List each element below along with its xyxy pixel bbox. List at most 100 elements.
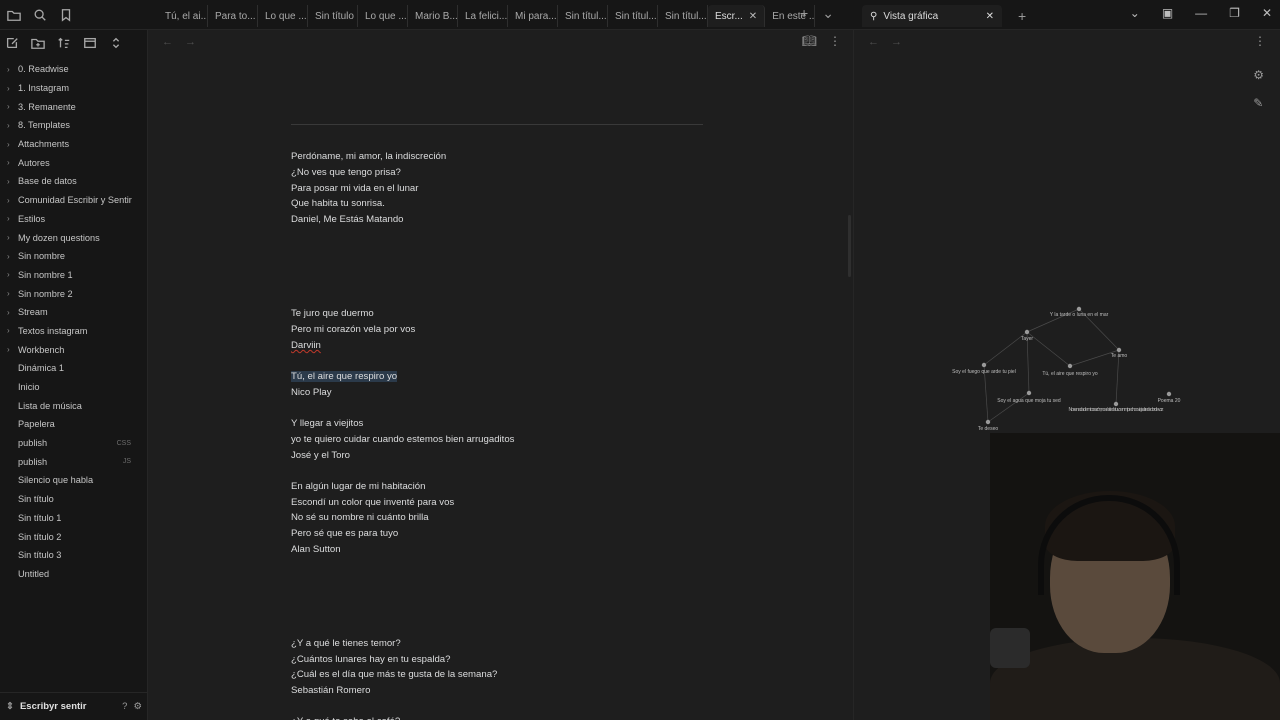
tab[interactable]: Sin título: [308, 5, 358, 27]
close-window-icon[interactable]: ✕: [1262, 6, 1272, 20]
folder-item[interactable]: › Sin nombre 2: [0, 284, 147, 303]
tab[interactable]: Para to...: [208, 5, 258, 27]
tab[interactable]: Sin títul...: [558, 5, 608, 27]
text-line: ¿Y a qué te sabe el café?: [291, 716, 400, 720]
sidebar-toggle-icon[interactable]: ▣: [1162, 6, 1173, 20]
folder-item[interactable]: › Textos instagram: [0, 322, 147, 341]
reading-view-icon[interactable]: 📖︎: [802, 34, 817, 48]
more-options-icon[interactable]: ⋮: [1254, 34, 1266, 48]
folder-item[interactable]: › Workbench: [0, 340, 147, 359]
file-item[interactable]: Sin título 2: [0, 527, 147, 546]
tree-item-label: Silencio que habla: [18, 475, 94, 486]
tree-item-label: Papelera: [18, 419, 55, 430]
scrollbar[interactable]: [848, 215, 851, 277]
text-line: Perdóname, mi amor, la indiscreción: [291, 151, 447, 162]
collapse-icon[interactable]: [82, 35, 98, 51]
text-line: Te juro que duermo: [291, 308, 374, 319]
file-extension-badge: JS: [122, 458, 131, 466]
new-tab-icon[interactable]: +: [1018, 8, 1026, 24]
file-item[interactable]: publish JS: [0, 452, 147, 471]
file-tree: › 0. Readwise › 1. Instagram › 3. Remanente › 8…: [0, 56, 147, 583]
new-tab-icon[interactable]: +: [800, 5, 808, 22]
folder-item[interactable]: › Sin nombre: [0, 247, 147, 266]
file-item[interactable]: Silencio que habla: [0, 471, 147, 490]
folder-item[interactable]: › Attachments: [0, 135, 147, 154]
graph-node[interactable]: [1024, 329, 1030, 335]
file-item[interactable]: Dinámica 1: [0, 359, 147, 378]
bookmark-icon[interactable]: [58, 7, 74, 23]
search-icon[interactable]: [32, 7, 48, 23]
magic-wand-icon[interactable]: ✎: [1253, 96, 1264, 110]
tab[interactable]: La felici...: [458, 5, 508, 27]
folder-item[interactable]: › My dozen questions: [0, 228, 147, 247]
graph-node[interactable]: [1166, 391, 1172, 397]
back-arrow-icon[interactable]: ←: [162, 36, 173, 48]
sort-icon[interactable]: [56, 35, 72, 51]
graph-node[interactable]: [1067, 363, 1073, 369]
folder-item[interactable]: › Stream: [0, 303, 147, 322]
minimize-icon[interactable]: —: [1195, 6, 1207, 20]
chevron-down-icon[interactable]: ⌄: [1130, 6, 1140, 20]
folder-item[interactable]: › Estilos: [0, 210, 147, 229]
folder-item[interactable]: › 8. Templates: [0, 116, 147, 135]
chevron-down-icon[interactable]: ⌄: [822, 5, 834, 22]
tab-label: Sin títul...: [565, 10, 607, 22]
folder-item[interactable]: › Base de datos: [0, 172, 147, 191]
vault-name: Escribyr sentir: [19, 701, 87, 712]
editor-actions: 📖︎ ⋮: [802, 34, 841, 48]
tab[interactable]: Lo que ...: [258, 5, 308, 27]
tab[interactable]: Mario B...: [408, 5, 458, 27]
tree-item-label: 0. Readwise: [18, 64, 69, 75]
tab[interactable]: Mi para...: [508, 5, 558, 27]
new-note-icon[interactable]: [4, 35, 20, 51]
close-icon[interactable]: ✕: [986, 11, 994, 22]
close-icon[interactable]: ✕: [749, 11, 757, 22]
graph-node[interactable]: [1113, 401, 1119, 407]
graph-node[interactable]: [1076, 306, 1082, 312]
forward-arrow-icon[interactable]: →: [185, 36, 196, 48]
folder-item[interactable]: › 0. Readwise: [0, 60, 147, 79]
folder-item[interactable]: › Sin nombre 1: [0, 266, 147, 285]
text-line: ¿Y a qué le tienes temor?: [291, 638, 401, 649]
tab[interactable]: Lo que ...: [358, 5, 408, 27]
tab[interactable]: Sin títul...: [608, 5, 658, 27]
tree-item-label: 8. Templates: [18, 120, 70, 131]
tab-label: Sin títul...: [615, 10, 657, 22]
tab[interactable]: Tú, el ai...: [158, 5, 208, 27]
file-item[interactable]: Sin título 1: [0, 509, 147, 528]
expand-icon[interactable]: [108, 35, 124, 51]
tab[interactable]: Escr... ✕: [708, 5, 766, 27]
graph-node[interactable]: [1116, 347, 1122, 353]
file-item[interactable]: Sin título 3: [0, 546, 147, 565]
file-item[interactable]: publish CSS: [0, 434, 147, 453]
file-item[interactable]: Untitled: [0, 565, 147, 584]
maximize-icon[interactable]: ❐: [1229, 6, 1240, 20]
tree-item-label: Autores: [18, 157, 50, 168]
vault-switcher[interactable]: ⇕ Escribyr sentir ? ⚙: [0, 692, 148, 720]
folder-item[interactable]: › 3. Remanente: [0, 97, 147, 116]
chevron-right-icon: ›: [7, 251, 10, 261]
graph-node[interactable]: [985, 419, 991, 425]
forward-arrow-icon[interactable]: →: [891, 36, 902, 48]
new-folder-icon[interactable]: [30, 35, 46, 51]
folder-icon[interactable]: [6, 7, 22, 23]
tab[interactable]: Sin títul...: [658, 5, 708, 27]
graph-node[interactable]: [981, 362, 987, 368]
file-item[interactable]: Inicio: [0, 378, 147, 397]
chevron-right-icon: ›: [7, 158, 10, 168]
graph-settings-icon[interactable]: ⚙: [1253, 68, 1264, 82]
file-item[interactable]: Lista de música: [0, 396, 147, 415]
text-line: yo te quiero cuidar cuando estemos bien …: [291, 434, 515, 445]
more-options-icon[interactable]: ⋮: [829, 34, 841, 48]
back-arrow-icon[interactable]: ←: [868, 36, 879, 48]
file-item[interactable]: Sin título: [0, 490, 147, 509]
folder-item[interactable]: › Comunidad Escribir y Sentir: [0, 191, 147, 210]
help-icon[interactable]: ?: [122, 701, 127, 712]
graph-node[interactable]: [1026, 390, 1032, 396]
file-item[interactable]: Papelera: [0, 415, 147, 434]
tab-graph-view[interactable]: ⚲ Vista gráfica ✕: [862, 5, 1002, 27]
folder-item[interactable]: › Autores: [0, 153, 147, 172]
tree-item-label: Stream: [18, 307, 48, 318]
settings-icon[interactable]: ⚙: [133, 701, 142, 712]
folder-item[interactable]: › 1. Instagram: [0, 79, 147, 98]
